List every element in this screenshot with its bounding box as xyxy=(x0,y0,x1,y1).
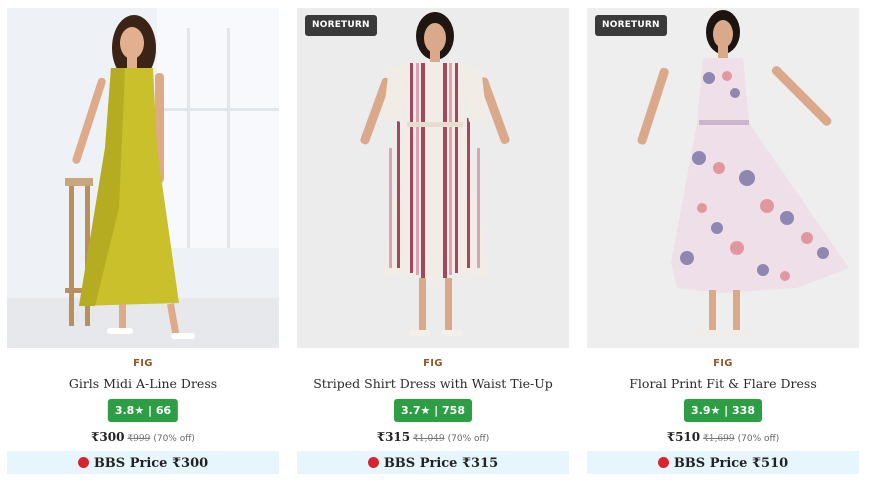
product-image[interactable] xyxy=(7,8,279,348)
bbs-price-bar[interactable]: BBS Price ₹300 xyxy=(7,451,279,474)
bbs-price-label: BBS Price ₹510 xyxy=(673,456,789,471)
product-name[interactable]: Girls Midi A-Line Dress xyxy=(7,376,279,391)
product-name[interactable]: Striped Shirt Dress with Waist Tie-Up xyxy=(297,376,569,391)
discount-label: (70% off) xyxy=(447,434,490,444)
floral-dress-photo xyxy=(587,8,859,348)
product-card[interactable]: NORETURN FIG Striped Shirt Dress with Wa… xyxy=(297,0,569,485)
bbs-price-label: BBS Price ₹315 xyxy=(383,456,499,471)
selling-price: ₹315 xyxy=(376,430,411,444)
rating-badge: 3.9★ | 338 xyxy=(684,399,762,422)
selling-price: ₹300 xyxy=(91,430,125,444)
noreturn-badge: NORETURN xyxy=(305,15,377,36)
price-row: ₹300 ₹999 (70% off) xyxy=(7,430,279,444)
noreturn-badge: NORETURN xyxy=(595,15,667,36)
bbs-logo-icon xyxy=(657,457,669,468)
yellow-dress-photo xyxy=(7,8,279,348)
product-card[interactable]: NORETURN FIG Floral Print Fit & Flare Dr… xyxy=(587,0,859,485)
rating-badge: 3.7★ | 758 xyxy=(394,399,472,422)
product-card[interactable]: FIG Girls Midi A-Line Dress 3.8★ | 66 ₹3… xyxy=(7,0,279,485)
bbs-price-bar[interactable]: BBS Price ₹315 xyxy=(297,451,569,474)
rating-badge: 3.8★ | 66 xyxy=(107,399,179,422)
product-brand: FIG xyxy=(133,358,153,369)
discount-label: (70% off) xyxy=(737,434,780,444)
product-image[interactable] xyxy=(587,8,859,348)
bbs-price-bar[interactable]: BBS Price ₹510 xyxy=(587,451,859,474)
original-price: ₹1,049 xyxy=(413,434,445,444)
product-name[interactable]: Floral Print Fit & Flare Dress xyxy=(587,376,859,391)
bbs-price-label: BBS Price ₹300 xyxy=(93,456,209,471)
discount-label: (70% off) xyxy=(153,434,195,444)
product-brand: FIG xyxy=(423,358,443,369)
original-price: ₹1,699 xyxy=(703,434,735,444)
selling-price: ₹510 xyxy=(666,430,701,444)
bbs-logo-icon xyxy=(77,457,89,468)
striped-dress-photo xyxy=(297,8,569,348)
product-brand: FIG xyxy=(713,358,733,369)
product-grid: FIG Girls Midi A-Line Dress 3.8★ | 66 ₹3… xyxy=(0,0,870,485)
price-row: ₹510 ₹1,699 (70% off) xyxy=(587,430,859,444)
product-image[interactable] xyxy=(297,8,569,348)
bbs-logo-icon xyxy=(367,457,379,468)
original-price: ₹999 xyxy=(127,434,151,444)
price-row: ₹315 ₹1,049 (70% off) xyxy=(297,430,569,444)
